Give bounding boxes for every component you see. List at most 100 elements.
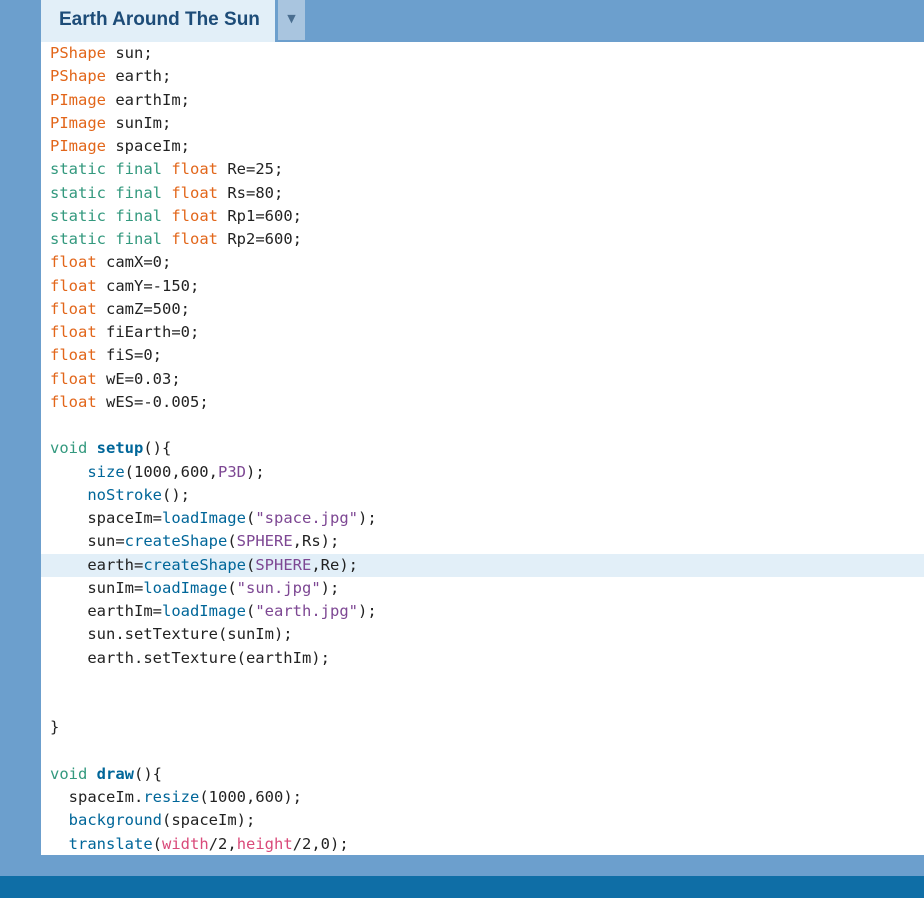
code-text: PImage spaceIm;	[50, 135, 190, 158]
code-line[interactable]: 35 translate(width/2,height/2,0);	[41, 833, 924, 856]
code-token: static final	[50, 183, 162, 202]
code-token: sunIm=	[50, 578, 144, 597]
code-line[interactable]: 16float wES=-0.005;	[41, 391, 924, 414]
code-token: earth.setTexture(earthIm);	[50, 648, 330, 667]
code-token: /2,	[208, 834, 237, 853]
code-token: camZ=500;	[96, 299, 190, 318]
code-line[interactable]: 14float fiS=0;	[41, 344, 924, 367]
code-token: width	[162, 834, 209, 853]
code-line[interactable]: 34 background(spaceIm);	[41, 809, 924, 832]
code-line[interactable]: 1PShape sun;	[41, 42, 924, 65]
code-token: sun.setTexture(sunIm);	[50, 625, 293, 644]
code-line[interactable]: 20 noStroke();	[41, 484, 924, 507]
code-line[interactable]: 29	[41, 693, 924, 716]
code-token: resize	[143, 788, 200, 806]
code-text: void draw(){	[50, 763, 162, 786]
code-text: PImage sunIm;	[50, 112, 171, 135]
code-token: static final	[50, 230, 162, 248]
code-token: float	[50, 369, 97, 388]
code-text: static final float Re=25;	[50, 158, 283, 181]
code-text: float camY=-150;	[50, 275, 199, 298]
code-line[interactable]: 33 spaceIm.resize(1000,600);	[41, 786, 924, 809]
code-token: PImage	[50, 137, 106, 155]
code-line[interactable]: 12float camZ=500;	[41, 298, 924, 321]
code-token: static final	[50, 206, 162, 225]
code-line[interactable]: 9static final float Rp2=600;	[41, 228, 924, 251]
code-line[interactable]: 27 earth.setTexture(earthIm);	[41, 647, 924, 670]
code-token: "sun.jpg"	[236, 578, 321, 597]
code-token: loadImage	[161, 509, 246, 527]
code-text: PShape earth;	[50, 65, 171, 88]
code-line[interactable]: 22 sun=createShape(SPHERE,Rs);	[41, 530, 924, 553]
code-token: float	[171, 183, 218, 202]
code-line[interactable]: 6static final float Re=25;	[41, 158, 924, 181]
code-line[interactable]: 13float fiEarth=0;	[41, 321, 924, 344]
code-line[interactable]: 8static final float Rp1=600;	[41, 205, 924, 228]
code-token: float	[171, 206, 218, 225]
code-token: float	[171, 160, 218, 179]
code-line[interactable]: 21 spaceIm=loadImage("space.jpg");	[41, 507, 924, 530]
code-line[interactable]: 4PImage sunIm;	[41, 112, 924, 135]
code-text: float fiEarth=0;	[50, 321, 199, 344]
code-token: );	[357, 509, 377, 527]
code-token: Rp2=600;	[218, 230, 302, 248]
code-line[interactable]: 17	[41, 414, 924, 437]
code-token: camY=-150;	[96, 276, 200, 295]
code-token: float	[50, 276, 97, 295]
code-line[interactable]: 19 size(1000,600,P3D);	[41, 461, 924, 484]
code-token: sunIm;	[106, 113, 172, 132]
code-text: float fiS=0;	[50, 344, 162, 367]
code-token: SPHERE	[236, 532, 293, 551]
code-text: }	[50, 716, 59, 739]
code-token: void	[50, 439, 88, 458]
code-line[interactable]: 31	[41, 740, 924, 763]
code-token: PImage	[50, 113, 106, 132]
code-text: static final float Rp2=600;	[50, 228, 302, 251]
code-token: Re=25;	[218, 160, 284, 179]
code-token: sun=	[50, 532, 125, 551]
code-text: float wE=0.03;	[50, 368, 181, 391]
code-token: loadImage	[161, 602, 246, 620]
code-text: sun=createShape(SPHERE,Rs);	[50, 530, 339, 553]
code-token: earthIm=	[50, 602, 162, 620]
code-line[interactable]: 5PImage spaceIm;	[41, 135, 924, 158]
code-line[interactable]: 2PShape earth;	[41, 65, 924, 88]
code-token: (){	[143, 439, 172, 458]
code-line[interactable]: 18void setup(){	[41, 437, 924, 460]
code-text: background(spaceIm);	[50, 809, 256, 832]
code-token: (	[152, 834, 163, 853]
code-token: );	[245, 462, 265, 481]
code-token: (spaceIm);	[162, 811, 256, 830]
tab-sketch[interactable]: Earth Around The Sun	[41, 0, 275, 42]
code-token: (	[227, 532, 237, 551]
code-line[interactable]: 26 sun.setTexture(sunIm);	[41, 623, 924, 646]
code-line[interactable]: 30}	[41, 716, 924, 739]
code-token: float	[50, 392, 97, 411]
code-token: camX=0;	[96, 253, 172, 272]
code-line[interactable]: 25 earthIm=loadImage("earth.jpg");	[41, 600, 924, 623]
code-text: spaceIm=loadImage("space.jpg");	[50, 507, 377, 530]
code-line[interactable]: 32void draw(){	[41, 763, 924, 786]
code-line[interactable]: 28	[41, 670, 924, 693]
code-text: earth=createShape(SPHERE,Re);	[50, 554, 358, 577]
code-token: height	[236, 834, 293, 853]
code-text: float camX=0;	[50, 251, 171, 274]
code-line[interactable]: 10float camX=0;	[41, 251, 924, 274]
code-line[interactable]: 7static final float Rs=80;	[41, 182, 924, 205]
code-token: earthIm;	[106, 90, 190, 109]
code-editor[interactable]: 1PShape sun;2PShape earth;3PImage earthI…	[41, 42, 924, 855]
code-token: earth=	[50, 555, 144, 574]
code-line[interactable]: 11float camY=-150;	[41, 275, 924, 298]
code-token: (1000,600);	[199, 788, 302, 806]
code-line[interactable]: 3PImage earthIm;	[41, 89, 924, 112]
code-token: (1000,600,	[124, 462, 218, 481]
code-token: float	[50, 253, 97, 272]
tab-menu-arrow-icon[interactable]: ▼	[278, 0, 305, 40]
code-line[interactable]: 23 earth=createShape(SPHERE,Re);	[41, 553, 924, 577]
code-line[interactable]: 15float wE=0.03;	[41, 368, 924, 391]
code-token: spaceIm=	[50, 509, 162, 527]
code-line[interactable]: 24 sunIm=loadImage("sun.jpg");	[41, 577, 924, 600]
